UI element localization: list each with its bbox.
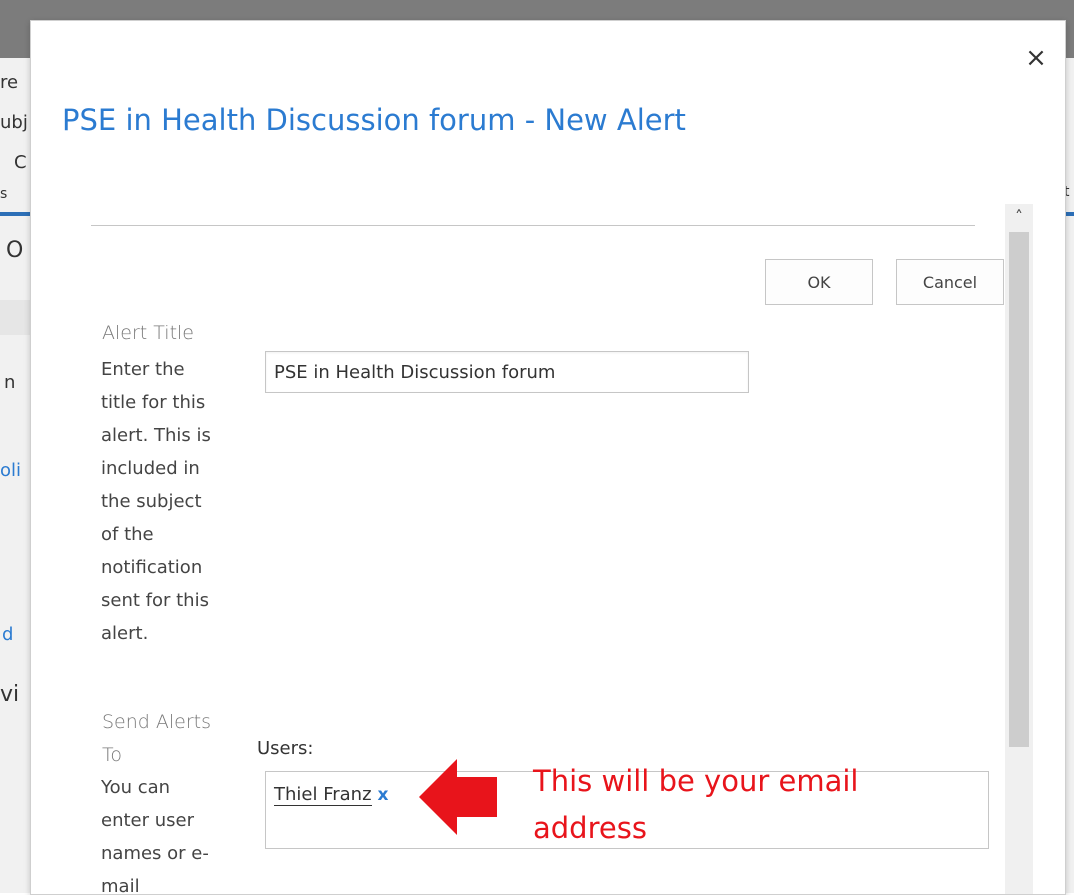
- users-label: Users:: [257, 738, 314, 759]
- dialog-title: PSE in Health Discussion forum - New Ale…: [62, 103, 686, 137]
- new-alert-dialog: × PSE in Health Discussion forum - New A…: [30, 20, 1066, 895]
- title-divider: [91, 225, 975, 226]
- user-chip[interactable]: Thiel Franz x: [274, 784, 389, 806]
- background-link-fragment[interactable]: d: [2, 624, 30, 645]
- alert-title-heading: Alert Title: [102, 322, 194, 344]
- content-scrollbar[interactable]: ˄: [1005, 204, 1033, 894]
- chevron-up-icon[interactable]: ˄: [1005, 204, 1033, 230]
- background-text-fragment: n: [4, 372, 16, 393]
- scroll-thumb[interactable]: [1009, 232, 1029, 747]
- alert-title-description: Enter the title for this alert. This is …: [101, 359, 211, 644]
- remove-user-icon[interactable]: x: [378, 785, 389, 805]
- arrow-left-icon: [419, 759, 497, 835]
- background-text-fragment: vi: [0, 682, 20, 707]
- ok-button[interactable]: OK: [765, 259, 873, 305]
- background-text-fragment: re: [0, 72, 19, 93]
- background-link-fragment[interactable]: oli: [0, 460, 30, 481]
- background-text-fragment: s: [0, 186, 8, 202]
- send-alerts-heading: Send Alerts To: [102, 711, 212, 766]
- alert-title-input[interactable]: [265, 351, 749, 393]
- send-alerts-description: You can enter user names or e-mail: [101, 777, 209, 895]
- background-text-fragment: ubj: [0, 112, 28, 133]
- background-nav-underline: [0, 212, 30, 216]
- background-gray-block: [0, 300, 30, 335]
- user-name[interactable]: Thiel Franz: [274, 784, 372, 806]
- background-text-fragment: C: [14, 152, 27, 173]
- cancel-button[interactable]: Cancel: [896, 259, 1004, 305]
- background-text-fragment: O: [6, 238, 24, 263]
- close-icon[interactable]: ×: [1021, 43, 1051, 73]
- annotation-text: This will be your email address: [533, 764, 859, 845]
